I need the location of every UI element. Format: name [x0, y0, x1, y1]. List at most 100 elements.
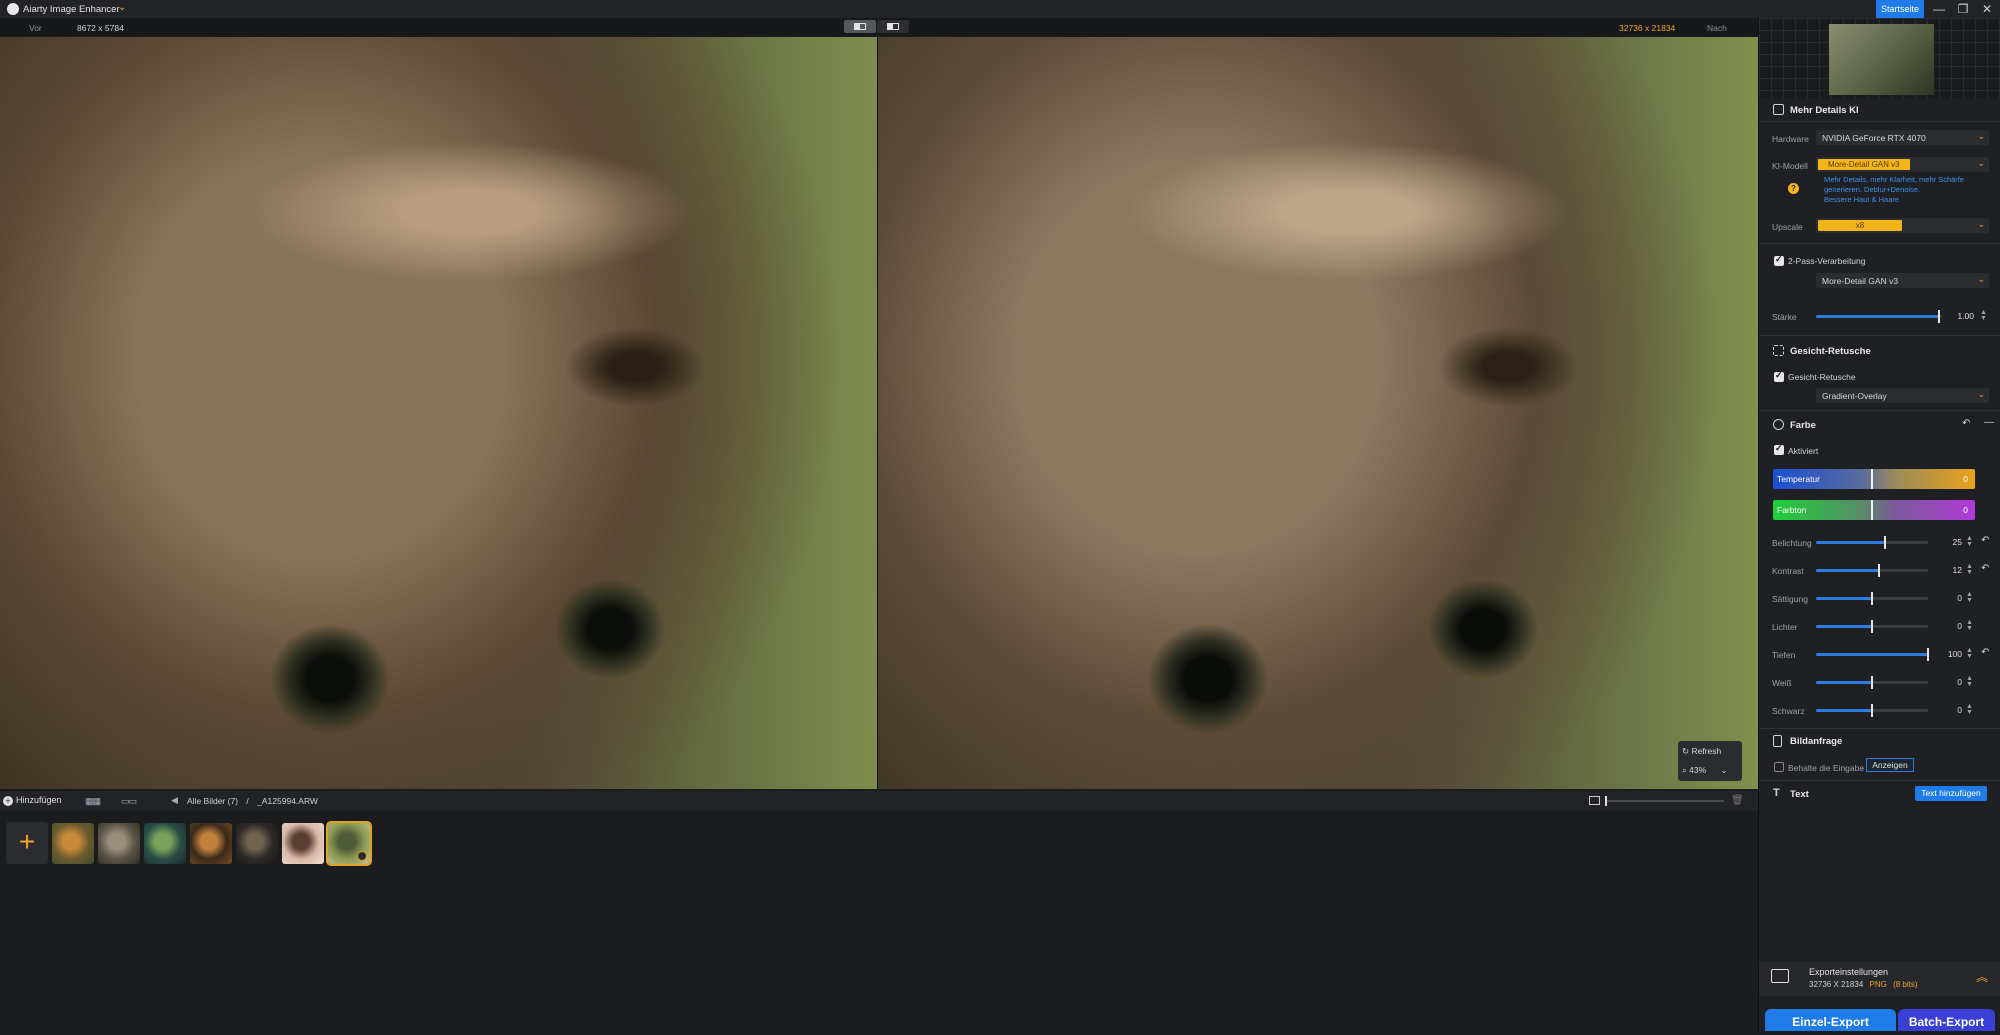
belichtung-slider[interactable]: [1816, 536, 1928, 549]
thumbnail-tiger[interactable]: [52, 823, 94, 864]
belichtung-value[interactable]: 25: [1944, 536, 1962, 549]
wei-value[interactable]: 0: [1944, 676, 1962, 689]
refresh-button[interactable]: ↻ Refresh: [1682, 744, 1738, 759]
lichter-slider[interactable]: [1816, 620, 1928, 633]
help-icon[interactable]: ?: [1788, 183, 1799, 194]
tint-slider-handle[interactable]: [1871, 500, 1873, 520]
thumbnail-size-slider-handle[interactable]: [1605, 796, 1607, 806]
zoom-controls: ↻ Refresh ⌕ 43% ⌄: [1678, 741, 1742, 781]
tiefen-value[interactable]: 100: [1944, 648, 1962, 661]
two-pass-checkbox[interactable]: [1774, 254, 1784, 266]
back-arrow-icon[interactable]: ◀: [171, 795, 178, 806]
temperature-slider[interactable]: Temperatur 0: [1773, 469, 1975, 489]
tiefen-slider-handle[interactable]: [1927, 648, 1929, 661]
keep-input-checkbox[interactable]: [1774, 762, 1784, 772]
color-active-label: Aktiviert: [1788, 446, 1819, 456]
lichter-value[interactable]: 0: [1944, 620, 1962, 633]
tint-value: 0: [1963, 505, 1968, 515]
reset-icon[interactable]: ↶: [1981, 535, 1989, 546]
stepper-arrows-icon[interactable]: ▲ ▼: [1966, 591, 1973, 604]
compare-divider[interactable]: [877, 37, 878, 789]
batch-export-button[interactable]: Batch-Export: [1898, 1009, 1995, 1031]
temperature-slider-handle[interactable]: [1871, 469, 1873, 489]
zoom-dropdown[interactable]: ⌕ 43% ⌄: [1682, 763, 1738, 778]
thumbnail-monkey[interactable]: [326, 821, 372, 866]
strength-slider[interactable]: [1816, 310, 1942, 323]
export-title: Exporteinstellungen: [1809, 967, 1889, 977]
sttigung-value[interactable]: 0: [1944, 592, 1962, 605]
export-settings[interactable]: Exporteinstellungen 32736 X 21834 PNG (8…: [1759, 962, 2000, 996]
schwarz-value[interactable]: 0: [1944, 704, 1962, 717]
sttigung-slider[interactable]: [1816, 592, 1928, 605]
kontrast-slider-handle[interactable]: [1877, 564, 1880, 577]
two-pass-model-value: More-Detail GAN v3: [1822, 276, 1899, 286]
after-image[interactable]: [878, 37, 1758, 789]
home-button[interactable]: Startseite: [1876, 0, 1924, 18]
thumbnail-warrior[interactable]: [236, 823, 278, 864]
enhance-section-title: Mehr Details KI: [1790, 105, 1859, 116]
strength-slider-fill: [1816, 315, 1940, 318]
two-pass-model-dropdown[interactable]: More-Detail GAN v3 ⌄: [1816, 273, 1989, 288]
face-mode-dropdown[interactable]: Gradient-Overlay ⌄: [1816, 388, 1989, 403]
stepper-arrows-icon[interactable]: ▲ ▼: [1980, 309, 1987, 322]
minimize-button[interactable]: —: [1929, 1, 1949, 17]
stepper-arrows-icon[interactable]: ▲ ▼: [1966, 675, 1973, 688]
trash-icon[interactable]: 🗑: [1731, 795, 1744, 806]
export-detail: 32736 X 21834 PNG (8 bits): [1809, 980, 1918, 989]
chevron-up-icon[interactable]: ︽: [1976, 968, 1988, 985]
schwarz-slider[interactable]: [1816, 704, 1928, 717]
before-image[interactable]: [0, 37, 877, 789]
split-view-button[interactable]: [844, 20, 876, 33]
side-by-side-view-button[interactable]: [877, 20, 909, 33]
stepper-arrows-icon[interactable]: ▲ ▼: [1966, 703, 1973, 716]
single-export-button[interactable]: Einzel-Export: [1765, 1009, 1896, 1031]
tiefen-slider[interactable]: [1816, 648, 1929, 661]
upscale-dropdown[interactable]: x8 ⌄: [1816, 218, 1989, 233]
collapse-icon[interactable]: —: [1984, 417, 1994, 428]
strength-label: Stärke: [1772, 312, 1797, 322]
belichtung-slider-handle[interactable]: [1884, 536, 1887, 549]
add-image-tile[interactable]: +: [6, 822, 48, 864]
selected-check-icon: [357, 851, 367, 861]
add-images-button[interactable]: + Hinzufügen: [3, 795, 62, 806]
strength-value[interactable]: 1.00: [1950, 310, 1974, 323]
stepper-arrows-icon[interactable]: ▲ ▼: [1966, 619, 1973, 632]
maximize-button[interactable]: ❐: [1953, 1, 1973, 17]
sttigung-slider-handle[interactable]: [1871, 592, 1873, 605]
face-retouch-checkbox[interactable]: [1774, 370, 1784, 382]
lichter-slider-handle[interactable]: [1871, 620, 1873, 633]
kontrast-value[interactable]: 12: [1944, 564, 1962, 577]
wei-slider[interactable]: [1816, 676, 1928, 689]
add-text-button[interactable]: Text hinzufügen: [1915, 786, 1987, 801]
navigator-thumbnail[interactable]: [1829, 24, 1934, 95]
stepper-arrows-icon[interactable]: ▲ ▼: [1966, 563, 1973, 576]
preview-image-icon[interactable]: [1589, 796, 1600, 805]
thumbnail-burger[interactable]: [190, 823, 232, 864]
filmstrip-view-icon[interactable]: ▭▭: [121, 796, 137, 807]
strength-slider-handle[interactable]: [1938, 310, 1941, 323]
model-dropdown[interactable]: More-Detail GAN v3 ⌄: [1816, 157, 1989, 172]
thumbnail-size-slider[interactable]: [1606, 800, 1724, 802]
kontrast-slider[interactable]: [1816, 564, 1928, 577]
wei-slider-handle[interactable]: [1871, 676, 1873, 689]
reset-icon[interactable]: ↶: [1981, 563, 1989, 574]
thumbnail-portrait[interactable]: [282, 823, 324, 864]
close-button[interactable]: ✕: [1977, 1, 1997, 17]
hardware-dropdown[interactable]: NVIDIA GeForce RTX 4070 ⌄: [1816, 130, 1989, 145]
grid-view-icon[interactable]: ▦▦: [85, 796, 101, 807]
breadcrumb-separator: /: [246, 796, 249, 806]
before-dimensions: 8672 x 5784: [77, 23, 124, 33]
thumbnail-lizard[interactable]: [144, 823, 186, 864]
thumbnail-owl[interactable]: [98, 823, 140, 864]
stepper-arrows-icon[interactable]: ▲ ▼: [1966, 535, 1973, 548]
stepper-arrows-icon[interactable]: ▲ ▼: [1966, 647, 1973, 660]
color-active-checkbox[interactable]: [1774, 443, 1784, 455]
lichter-label: Lichter: [1772, 622, 1798, 632]
tint-slider[interactable]: Farbton 0: [1773, 500, 1975, 520]
schwarz-slider-handle[interactable]: [1871, 704, 1873, 717]
show-button[interactable]: Anzeigen: [1866, 758, 1914, 772]
app-menu-chevron-icon[interactable]: ⌄: [118, 2, 126, 13]
undo-icon[interactable]: ↶: [1962, 418, 1970, 429]
breadcrumb-all-images[interactable]: Alle Bilder (7): [187, 796, 238, 806]
reset-icon[interactable]: ↶: [1981, 647, 1989, 658]
